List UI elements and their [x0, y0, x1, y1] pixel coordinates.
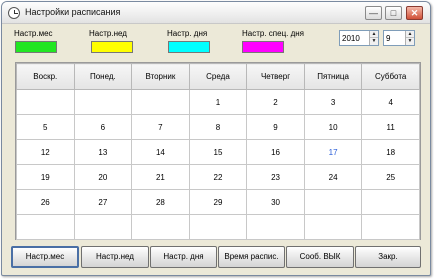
year-down-arrow-icon[interactable]: ▼: [370, 38, 378, 45]
window-title: Настройки расписания: [25, 7, 121, 17]
day-cell[interactable]: 11: [361, 114, 420, 140]
day-cell[interactable]: [303, 214, 363, 240]
legend-week-swatch: [91, 41, 133, 53]
schedule-time-button[interactable]: Время распис.: [218, 246, 285, 268]
minimize-button[interactable]: —: [365, 6, 382, 20]
week-row: 12 13 14 15 16 17 18: [16, 139, 420, 165]
title-bar[interactable]: Настройки расписания — □ ✕: [2, 2, 430, 24]
day-cell[interactable]: 12: [16, 139, 75, 165]
legend-month-label: Настр.мес: [14, 29, 53, 38]
legend-day-label: Настр. дня: [167, 29, 208, 38]
day-cell[interactable]: 16: [246, 139, 305, 165]
legend-special-day-label: Настр. спец. дня: [242, 29, 305, 38]
day-cell[interactable]: 28: [131, 189, 190, 215]
year-spinner[interactable]: 2010 ▲ ▼: [339, 30, 379, 46]
legend-day-swatch: [168, 41, 210, 53]
legend-month-swatch: [15, 41, 57, 53]
day-cell[interactable]: 26: [16, 189, 75, 215]
week-row: 26 27 28 29 30: [16, 189, 420, 215]
day-header: Пятница: [303, 63, 363, 90]
legend-week-label: Настр.нед: [89, 29, 127, 38]
day-cell[interactable]: [303, 189, 363, 215]
day-settings-button[interactable]: Настр. дня: [150, 246, 217, 268]
month-down-arrow-icon[interactable]: ▼: [406, 38, 414, 45]
day-cell[interactable]: 14: [131, 139, 190, 165]
day-header: Понед.: [73, 63, 133, 90]
calendar-grid: Воскр. Понед. Вторник Среда Четверг Пятница Су…: [15, 62, 421, 240]
day-cell[interactable]: 10: [303, 114, 363, 140]
day-cell[interactable]: 20: [73, 164, 133, 190]
day-cell[interactable]: [73, 214, 133, 240]
day-cell[interactable]: 27: [73, 189, 133, 215]
month-settings-button[interactable]: Настр.мес: [11, 246, 79, 268]
day-cell[interactable]: [73, 89, 133, 115]
day-cell[interactable]: 15: [188, 139, 248, 165]
day-cell[interactable]: [246, 214, 305, 240]
close-button[interactable]: Закр.: [355, 246, 421, 268]
week-row: 19 20 21 22 23 24 25: [16, 164, 420, 190]
day-cell[interactable]: 9: [246, 114, 305, 140]
message-off-button[interactable]: Сооб. ВЫК: [286, 246, 354, 268]
day-header: Суббота: [361, 63, 420, 90]
day-cell[interactable]: 4: [361, 89, 420, 115]
day-cell[interactable]: 29: [188, 189, 248, 215]
month-value[interactable]: 9: [386, 34, 390, 43]
day-header: Вторник: [131, 63, 190, 90]
day-cell[interactable]: 24: [303, 164, 363, 190]
week-settings-button[interactable]: Настр.нед: [81, 246, 149, 268]
day-cell[interactable]: [361, 214, 420, 240]
week-row: [16, 214, 420, 240]
day-cell[interactable]: 2: [246, 89, 305, 115]
day-cell[interactable]: [361, 189, 420, 215]
day-cell[interactable]: 18: [361, 139, 420, 165]
day-cell[interactable]: 23: [246, 164, 305, 190]
day-header: Среда: [188, 63, 248, 90]
day-cell[interactable]: 8: [188, 114, 248, 140]
day-cell[interactable]: [131, 214, 190, 240]
day-cell[interactable]: 19: [16, 164, 75, 190]
day-cell[interactable]: 5: [16, 114, 75, 140]
month-spinner[interactable]: 9 ▲ ▼: [383, 30, 415, 46]
schedule-settings-window: Настройки расписания — □ ✕ Настр.мес Нас…: [1, 1, 431, 276]
week-row: 5 6 7 8 9 10 11: [16, 114, 420, 140]
day-cell[interactable]: 13: [73, 139, 133, 165]
legend-special-day-swatch: [242, 41, 284, 53]
day-cell[interactable]: 25: [361, 164, 420, 190]
clock-icon: [8, 7, 20, 19]
day-cell[interactable]: 30: [246, 189, 305, 215]
day-cell[interactable]: [16, 89, 75, 115]
day-cell[interactable]: 7: [131, 114, 190, 140]
month-up-arrow-icon[interactable]: ▲: [406, 31, 414, 38]
day-cell[interactable]: 6: [73, 114, 133, 140]
close-window-button[interactable]: ✕: [406, 6, 423, 20]
day-cell[interactable]: [188, 214, 248, 240]
year-value[interactable]: 2010: [342, 34, 360, 43]
day-cell[interactable]: 3: [303, 89, 363, 115]
day-cell[interactable]: [16, 214, 75, 240]
week-row: 1234: [16, 89, 420, 115]
year-up-arrow-icon[interactable]: ▲: [370, 31, 378, 38]
day-cell[interactable]: [131, 89, 190, 115]
day-header: Четверг: [246, 63, 305, 90]
day-cell[interactable]: 21: [131, 164, 190, 190]
day-cell[interactable]: 1: [188, 89, 248, 115]
day-header: Воскр.: [16, 63, 75, 90]
day-cell[interactable]: 17: [303, 139, 363, 165]
day-cell[interactable]: 22: [188, 164, 248, 190]
maximize-button[interactable]: □: [385, 6, 402, 20]
